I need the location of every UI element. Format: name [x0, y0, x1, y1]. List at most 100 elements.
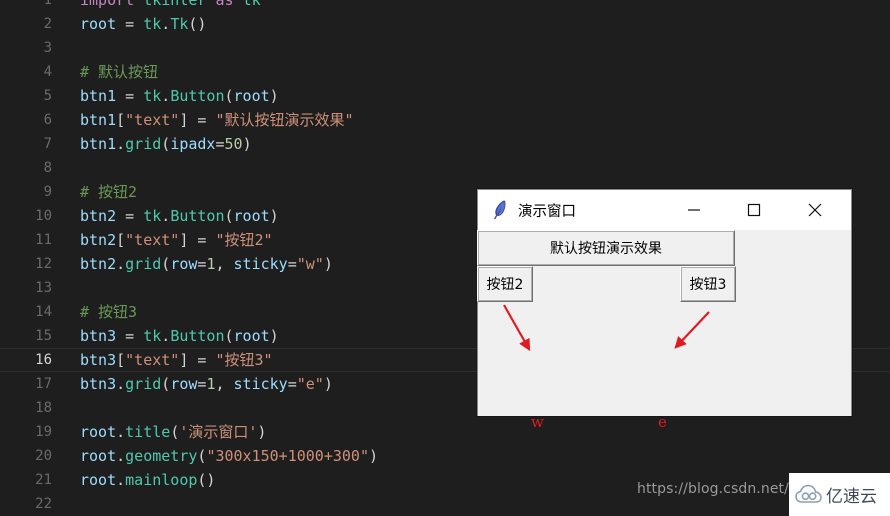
code-token: Button [170, 207, 225, 225]
code-token: [ [116, 351, 126, 369]
code-line[interactable]: 8 [0, 156, 890, 180]
annotation-label-e: e [658, 413, 667, 431]
code-text: btn2.grid(row=1, sticky="w") [80, 252, 333, 276]
code-token: = [287, 375, 297, 393]
code-token: btn2 [80, 255, 117, 273]
line-number: 8 [43, 160, 52, 176]
code-line[interactable]: 4 # 默认按钮 [0, 60, 890, 84]
code-token: [ [116, 111, 126, 129]
line-number: 19 [35, 424, 52, 440]
code-token: root [80, 471, 117, 489]
code-token: # 默认按钮 [80, 63, 159, 81]
screenshot-root: 1 import tkinter as tk 2 root = tk.Tk() 3 4 # … [0, 0, 890, 516]
close-icon[interactable] [792, 190, 837, 230]
line-number: 3 [43, 40, 52, 56]
code-token: row [170, 375, 198, 393]
tk-button-2[interactable]: 按钮2 [477, 266, 533, 302]
line-number: 9 [43, 184, 52, 200]
code-text: btn1.grid(ipadx=50) [80, 132, 252, 156]
line-number: 18 [35, 400, 52, 416]
line-number: 6 [43, 112, 52, 128]
code-token: , [215, 255, 234, 273]
code-line[interactable]: 19 root.title('演示窗口') [0, 420, 890, 444]
code-token: Button [170, 327, 225, 345]
code-line[interactable]: 20 root.geometry("300x150+1000+300") [0, 444, 890, 468]
code-token: ( [161, 255, 171, 273]
code-token: ipadx [170, 135, 216, 153]
tk-button-default-demo[interactable]: 默认按钮演示效果 [477, 230, 735, 266]
tk-window-title: 演示窗口 [518, 203, 576, 220]
code-token: ) [369, 447, 379, 465]
code-text: btn3.grid(row=1, sticky="e") [80, 372, 333, 396]
code-line[interactable]: 2 root = tk.Tk() [0, 12, 890, 36]
code-token: sticky [233, 255, 288, 273]
code-token: ( [161, 135, 171, 153]
site-logo-text: 亿速云 [826, 487, 877, 507]
code-text: root.mainloop() [80, 468, 215, 492]
code-token: Tk [170, 15, 189, 33]
code-token: tk [143, 87, 162, 105]
code-token: # 按钮3 [80, 303, 138, 321]
code-token: import [80, 0, 135, 9]
code-token: "text" [125, 231, 180, 249]
code-token: = [125, 87, 135, 105]
code-token: "按钮3" [215, 351, 273, 369]
site-logo-badge: 亿速云 [789, 473, 890, 516]
code-token: root [80, 423, 117, 441]
line-number: 13 [35, 280, 52, 296]
code-token: "text" [125, 351, 180, 369]
code-token: btn2 [80, 231, 117, 249]
code-token: . [161, 207, 171, 225]
code-token: root [233, 207, 270, 225]
code-token: "按钮2" [215, 231, 273, 249]
code-token: [ [116, 231, 126, 249]
code-token: = [287, 255, 297, 273]
code-text: btn1["text"] = "默认按钮演示效果" [80, 108, 354, 132]
annotation-label-w: w [531, 413, 544, 431]
line-number: 22 [35, 496, 52, 512]
tk-button-3[interactable]: 按钮3 [680, 266, 736, 302]
code-token: ) [257, 423, 267, 441]
code-token: , [215, 375, 234, 393]
line-number: 5 [43, 88, 52, 104]
code-token: ( [170, 423, 180, 441]
tk-window-titlebar[interactable]: 演示窗口 [478, 190, 851, 230]
line-number: 17 [35, 376, 52, 392]
code-token: = [125, 207, 135, 225]
maximize-icon[interactable] [731, 190, 776, 230]
minimize-icon[interactable] [671, 190, 716, 230]
code-token: row [170, 255, 198, 273]
code-text: btn3 = tk.Button(root) [80, 324, 279, 348]
tkinter-demo-window[interactable]: 演示窗口 默认按钮演示效果 按钮2 按钮3 w e [477, 189, 852, 430]
code-line[interactable]: 6 btn1["text"] = "默认按钮演示效果" [0, 108, 890, 132]
code-token: mainloop [125, 471, 198, 489]
line-number: 21 [35, 472, 52, 488]
line-number: 4 [43, 64, 52, 80]
code-token: "text" [125, 111, 180, 129]
code-text: btn2["text"] = "按钮2" [80, 228, 273, 252]
code-line[interactable]: 7 btn1.grid(ipadx=50) [0, 132, 890, 156]
url-watermark: https://blog.csdn.net/q [637, 481, 798, 497]
code-token: ) [323, 255, 333, 273]
code-line[interactable]: 1 import tkinter as tk [0, 0, 890, 12]
code-line[interactable]: 3 [0, 36, 890, 60]
code-token: root [80, 447, 117, 465]
code-line[interactable]: 5 btn1 = tk.Button(root) [0, 84, 890, 108]
code-token: ) [242, 135, 252, 153]
code-token: tk [242, 0, 261, 9]
tk-window-body: 默认按钮演示效果 按钮2 按钮3 w e [477, 230, 851, 430]
code-text: btn1 = tk.Button(root) [80, 84, 279, 108]
code-token: geometry [125, 447, 198, 465]
code-token: root [233, 87, 270, 105]
code-text: root.geometry("300x150+1000+300") [80, 444, 378, 468]
code-token: btn2 [80, 207, 117, 225]
code-token: as [215, 0, 234, 9]
code-token: 50 [224, 135, 243, 153]
code-token: ( [224, 327, 234, 345]
line-number: 14 [35, 304, 52, 320]
